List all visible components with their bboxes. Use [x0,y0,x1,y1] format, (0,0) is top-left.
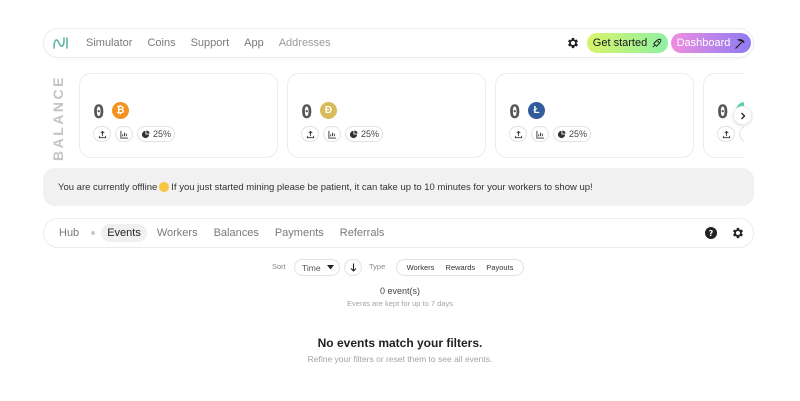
empty-state-subtitle: Refine your filters or reset them to see… [307,354,493,364]
share-value: 25% [153,129,172,139]
stats-button[interactable] [115,126,133,142]
balance-amount: 0 [717,101,729,123]
balance-amount: 0 [509,101,521,123]
bar-chart-icon [119,130,128,139]
tabs: Hub Events Workers Balances Payments Ref… [53,219,394,247]
balance-card-litecoin[interactable]: 0 Ł 25% [495,73,694,158]
nav-link-simulator[interactable]: Simulator [86,37,132,49]
balance-card-dogecoin[interactable]: 0 Ð 25% [287,73,486,158]
empty-state-title: No events match your filters. [317,336,483,350]
dashboard-button[interactable]: Dashboard [671,33,751,53]
card-actions [717,126,744,142]
tab-hub[interactable]: Hub [53,224,85,242]
nav-link-support[interactable]: Support [191,37,230,49]
card-actions: 25% [509,126,592,142]
bitcoin-icon: ₿ [112,102,129,119]
balance-card-bitcoin[interactable]: 0 ₿ 25% [79,73,278,158]
worried-emoji-icon [159,182,170,192]
share-chip[interactable]: 25% [137,126,176,142]
upload-icon [306,130,314,138]
sort-direction-button[interactable] [344,259,362,276]
upload-icon [722,130,730,138]
pickaxe-icon [735,38,746,49]
top-navbar: Simulator Coins Support App Addresses Ge… [43,28,754,58]
balance-amount: 0 [93,101,105,123]
litecoin-icon: Ł [528,102,545,119]
tab-payments[interactable]: Payments [269,224,330,242]
chevron-right-icon [740,112,745,119]
withdraw-button[interactable] [717,126,735,142]
banner-text-hint: If you just started mining please be pat… [171,181,593,193]
arrow-down-icon [350,263,356,272]
upload-icon [514,130,522,138]
pie-chart-icon [141,129,150,138]
card-actions: 25% [301,126,384,142]
events-count: 0 event(s) [379,286,421,296]
tab-workers[interactable]: Workers [151,224,204,242]
tab-events[interactable]: Events [101,224,147,242]
banner-text-offline: You are currently offline [58,181,158,193]
dashboard-label: Dashboard [676,37,731,49]
type-option-payouts[interactable]: Payouts [486,263,513,272]
tab-balances[interactable]: Balances [208,224,265,242]
sort-value: Time [302,262,321,273]
share-value: 25% [569,129,588,139]
nav-links: Simulator Coins Support App Addresses [86,29,331,57]
pie-chart-icon [557,129,566,138]
get-started-label: Get started [592,37,648,49]
balance-cards-carousel: 0 ₿ 25% 0 Ð 25% 0 Ł 25% 0 [79,73,744,159]
events-retention-note: Events are kept for up to 7 days [347,299,453,308]
share-value: 25% [361,129,380,139]
card-actions: 25% [93,126,176,142]
withdraw-button[interactable] [93,126,111,142]
bar-chart-icon [327,130,336,139]
sort-select[interactable]: Time [294,259,340,276]
share-chip[interactable]: 25% [345,126,384,142]
section-tabbar: Hub Events Workers Balances Payments Ref… [43,218,754,248]
withdraw-button[interactable] [509,126,527,142]
pie-chart-icon [349,129,358,138]
type-option-workers[interactable]: Workers [407,263,435,272]
balance-label: BALANCE [50,75,66,161]
withdraw-button[interactable] [301,126,319,142]
dogecoin-icon: Ð [320,102,337,119]
type-filter-group: Workers Rewards Payouts [396,259,524,276]
help-icon[interactable]: ? [705,227,717,239]
tab-separator-dot [91,231,96,235]
sort-label: Sort [272,262,286,271]
stats-button[interactable] [531,126,549,142]
type-option-rewards[interactable]: Rewards [446,263,476,272]
offline-banner: You are currently offline If you just st… [43,168,754,206]
bar-chart-icon [535,130,544,139]
get-started-button[interactable]: Get started [587,33,668,53]
tab-referrals[interactable]: Referrals [334,224,391,242]
nav-link-coins[interactable]: Coins [147,37,175,49]
stats-button[interactable] [323,126,341,142]
stats-button[interactable] [739,126,744,142]
caret-down-icon [326,265,334,270]
type-label: Type [369,262,386,271]
settings-gear-icon[interactable] [566,36,580,50]
upload-icon [98,130,106,138]
nav-link-app[interactable]: App [244,37,264,49]
rocket-icon [652,38,662,47]
svg-text:?: ? [709,229,714,238]
logo-icon[interactable] [52,35,70,51]
events-settings-gear-icon[interactable] [731,226,745,240]
bar-chart-icon [743,130,744,139]
nav-link-addresses[interactable]: Addresses [279,37,331,49]
share-chip[interactable]: 25% [553,126,592,142]
filter-row: Sort Time Type Workers Rewards Payouts [0,259,800,277]
balance-amount: 0 [301,101,313,123]
carousel-next-button[interactable] [733,106,752,125]
